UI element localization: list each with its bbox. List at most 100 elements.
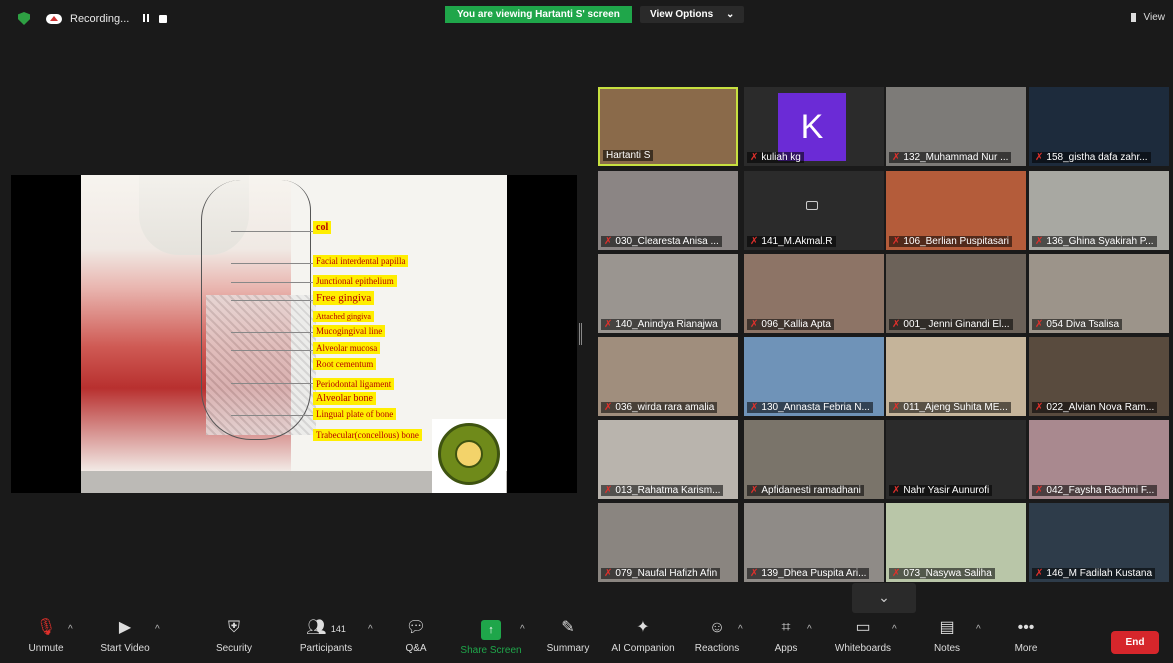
reactions-button[interactable]: ☺ Reactions xyxy=(694,618,740,654)
audio-options-chevron[interactable]: ^ xyxy=(68,624,73,635)
video-options-chevron[interactable]: ^ xyxy=(155,624,160,635)
mic-muted-icon: ✗ xyxy=(750,485,759,496)
summary-icon: ✎ xyxy=(561,619,575,636)
participant-tile[interactable]: ✗ 022_Alvian Nova Ram... xyxy=(1029,337,1169,416)
apps-options-chevron[interactable]: ^ xyxy=(807,624,812,635)
start-video-button[interactable]: ▶︎ Start Video xyxy=(96,618,154,654)
more-button[interactable]: ••• More xyxy=(1010,618,1042,654)
participant-name-tag: ✗ 158_gistha dafa zahr... xyxy=(1032,152,1151,163)
whiteboard-icon: ▭ xyxy=(855,619,871,636)
participant-tile[interactable]: ✗ 036_wirda rara amalia xyxy=(598,337,738,416)
participant-name-tag: ✗ 139_Dhea Puspita Ari... xyxy=(747,568,870,579)
mic-muted-icon: ✗ xyxy=(750,568,759,579)
view-options-label: View Options xyxy=(650,9,714,20)
mic-muted-icon: ✗ xyxy=(892,319,901,330)
participant-name: 042_Faysha Rachmi F... xyxy=(1046,485,1155,496)
participants-button[interactable]: 👥︎ 141 Participants xyxy=(296,618,356,654)
mic-muted-icon: 🎙︎ xyxy=(35,619,57,636)
resize-handle[interactable] xyxy=(579,323,582,345)
whiteboards-label: Whiteboards xyxy=(834,643,892,654)
share-screen-button[interactable]: ↑ Share Screen xyxy=(460,618,522,656)
meeting-toolbar: 🎙︎ Unmute ^ ▶︎ Start Video ^ ⛨ Security … xyxy=(0,614,1173,663)
notes-button[interactable]: ▤ Notes xyxy=(930,618,964,654)
participant-tile[interactable]: ✗ 096_Kallia Apta xyxy=(744,254,884,333)
view-button[interactable]: View xyxy=(1130,12,1166,23)
participant-name: 073_Nasywa Saliha xyxy=(903,568,992,579)
participant-tile[interactable]: ✗ Apfidanesti ramadhani xyxy=(744,420,884,499)
participant-tile[interactable]: ✗ 073_Nasywa Saliha xyxy=(886,503,1026,582)
chevron-down-icon: ⌄ xyxy=(878,589,890,605)
participant-name-tag: ✗ Apfidanesti ramadhani xyxy=(747,485,864,496)
participant-name-tag: ✗ 130_Annasta Febria N... xyxy=(747,402,873,413)
shield-icon[interactable] xyxy=(18,12,30,25)
participant-tile[interactable]: K ✗ kuliah kg xyxy=(744,87,884,166)
participant-name: 136_Ghina Syakirah P... xyxy=(1046,236,1154,247)
gallery-next-page-button[interactable]: ⌄ xyxy=(852,583,916,613)
participant-name: 140_Anindya Rianajwa xyxy=(615,319,718,330)
view-label: View xyxy=(1143,12,1166,23)
participant-tile[interactable]: ✗ 130_Annasta Febria N... xyxy=(744,337,884,416)
participant-tile[interactable]: ✗ 139_Dhea Puspita Ari... xyxy=(744,503,884,582)
participant-name: 011_Ajeng Suhita ME... xyxy=(903,402,1008,413)
participant-tile[interactable]: ✗ 054 Diva Tsalisa xyxy=(1029,254,1169,333)
mic-muted-icon: ✗ xyxy=(1035,402,1044,413)
mic-muted-icon: ✗ xyxy=(604,485,613,496)
summary-button[interactable]: ✎ Summary xyxy=(545,618,591,654)
participant-tile[interactable]: ✗ 013_Rahatma Karism... xyxy=(598,420,738,499)
participant-name-tag: ✗ Nahr Yasir Aunurofi xyxy=(889,485,993,496)
slide-label: Free gingiva xyxy=(313,291,375,305)
notes-icon: ▤ xyxy=(939,619,955,636)
mic-muted-icon: ✗ xyxy=(750,402,759,413)
stop-recording-button[interactable] xyxy=(159,14,168,23)
participant-name-tag: ✗ 146_M Fadilah Kustana xyxy=(1032,568,1156,579)
tooth-outline xyxy=(201,180,311,440)
ai-companion-button[interactable]: ✦ AI Companion xyxy=(608,618,678,654)
participant-tile[interactable]: ✗ 158_gistha dafa zahr... xyxy=(1029,87,1169,166)
apps-button[interactable]: ⌗ Apps xyxy=(770,618,802,654)
participant-name: 022_Alvian Nova Ram... xyxy=(1046,402,1155,413)
share-screen-label: Share Screen xyxy=(460,645,522,656)
participant-tile[interactable]: ✗ 140_Anindya Rianajwa xyxy=(598,254,738,333)
pointer-line xyxy=(231,263,317,264)
notes-options-chevron[interactable]: ^ xyxy=(976,624,981,635)
participant-tile[interactable]: Hartanti S xyxy=(598,87,738,166)
participant-name-tag: ✗ 022_Alvian Nova Ram... xyxy=(1032,402,1158,413)
unmute-button[interactable]: 🎙︎ Unmute xyxy=(24,618,68,654)
mic-muted-icon: ✗ xyxy=(892,236,901,247)
end-meeting-button[interactable]: End xyxy=(1111,631,1159,654)
mic-muted-icon: ✗ xyxy=(1035,152,1044,163)
share-options-chevron[interactable]: ^ xyxy=(520,624,525,635)
participant-tile[interactable]: ✗ 141_M.Akmal.R xyxy=(744,171,884,250)
reactions-options-chevron[interactable]: ^ xyxy=(738,624,743,635)
qa-label: Q&A xyxy=(405,643,427,654)
participant-tile[interactable]: ✗ 146_M Fadilah Kustana xyxy=(1029,503,1169,582)
participant-tile[interactable]: ✗ 079_Naufal Hafizh Afin xyxy=(598,503,738,582)
mic-muted-icon: ✗ xyxy=(892,485,901,496)
participants-options-chevron[interactable]: ^ xyxy=(368,624,373,635)
participant-name: 036_wirda rara amalia xyxy=(615,402,715,413)
start-video-label: Start Video xyxy=(100,643,150,654)
share-screen-icon: ↑ xyxy=(481,620,501,640)
qa-button[interactable]: 💬︎ Q&A xyxy=(400,618,432,654)
participant-tile[interactable]: ✗ 030_Clearesta Anisa ... xyxy=(598,171,738,250)
whiteboards-options-chevron[interactable]: ^ xyxy=(892,624,897,635)
participant-name: 158_gistha dafa zahr... xyxy=(1046,152,1148,163)
participant-tile[interactable]: ✗ 042_Faysha Rachmi F... xyxy=(1029,420,1169,499)
participant-tile[interactable]: ✗ 106_Berlian Puspitasari xyxy=(886,171,1026,250)
pointer-line xyxy=(231,300,317,301)
participant-tile[interactable]: ✗ Nahr Yasir Aunurofi xyxy=(886,420,1026,499)
security-button[interactable]: ⛨ Security xyxy=(210,618,258,654)
participant-tile[interactable]: ✗ 011_Ajeng Suhita ME... xyxy=(886,337,1026,416)
pointer-line xyxy=(231,383,317,384)
sparkle-icon: ✦ xyxy=(636,619,650,636)
participant-name: 096_Kallia Apta xyxy=(761,319,831,330)
mic-muted-icon: ✗ xyxy=(604,319,613,330)
participant-tile[interactable]: ✗ 136_Ghina Syakirah P... xyxy=(1029,171,1169,250)
whiteboards-button[interactable]: ▭ Whiteboards xyxy=(832,618,894,654)
view-options-button[interactable]: View Options ⌄ xyxy=(640,6,745,23)
participant-tile[interactable]: ✗ 132_Muhammad Nur ... xyxy=(886,87,1026,166)
participant-name: 013_Rahatma Karism... xyxy=(615,485,721,496)
participant-tile[interactable]: ✗ 001_ Jenni Ginandi El... xyxy=(886,254,1026,333)
pause-recording-button[interactable] xyxy=(143,13,151,25)
participant-name-tag: ✗ 132_Muhammad Nur ... xyxy=(889,152,1012,163)
